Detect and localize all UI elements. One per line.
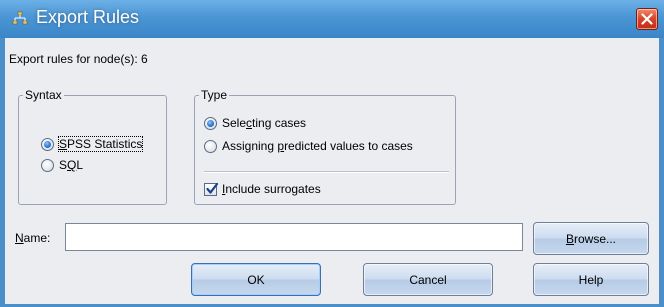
close-icon [641,13,653,25]
browse-button[interactable]: Browse... [533,222,649,255]
radio-spss-indicator [41,137,54,151]
checkmark-icon [206,182,219,194]
help-button[interactable]: Help [533,263,649,296]
help-button-label: Help [578,272,604,287]
sql-label: SQL [59,158,84,172]
radio-assigning-predicted[interactable]: Assigning predicted values to cases [204,139,413,153]
type-group: Type Selecting cases Assigning predicted… [194,88,456,205]
cancel-button[interactable]: Cancel [363,263,493,296]
radio-sql-indicator [41,158,54,172]
decision-tree-icon [12,11,28,27]
syntax-group: Syntax SPSS Statistics SQL [18,88,167,205]
nodes-info-label: Export rules for node(s): 6 [9,52,148,66]
radio-selecting-indicator [204,116,217,130]
selecting-cases-label: Selecting cases [222,116,307,130]
checkbox-indicator [204,182,219,196]
radio-selecting-cases[interactable]: Selecting cases [204,116,306,130]
browse-button-label: Browse... [565,231,617,246]
include-surrogates-label: Include surrogates [222,182,321,196]
ok-button-label: OK [247,272,265,287]
radio-sql[interactable]: SQL [41,158,83,172]
assigning-predicted-label: Assigning predicted values to cases [222,139,413,153]
dialog-body: Export rules for node(s): 6 Syntax SPSS … [5,38,659,304]
syntax-group-title: Syntax [23,88,64,102]
type-group-title: Type [199,88,230,102]
ok-button[interactable]: OK [191,263,321,296]
radio-assigning-indicator [204,139,217,153]
radio-spss-statistics[interactable]: SPSS Statistics [41,136,144,152]
name-label: Name: [15,231,51,245]
dialog-title: Export Rules [36,7,140,27]
cancel-button-label: Cancel [409,272,447,287]
title-bar[interactable]: Export Rules [0,0,664,38]
include-surrogates-checkbox[interactable]: Include surrogates [204,182,321,196]
spss-statistics-label: SPSS Statistics [57,136,144,152]
name-input[interactable] [65,223,523,251]
close-button[interactable] [636,8,658,30]
type-separator [204,171,449,173]
export-rules-dialog: Export Rules Export rules for node(s): 6… [0,0,664,307]
